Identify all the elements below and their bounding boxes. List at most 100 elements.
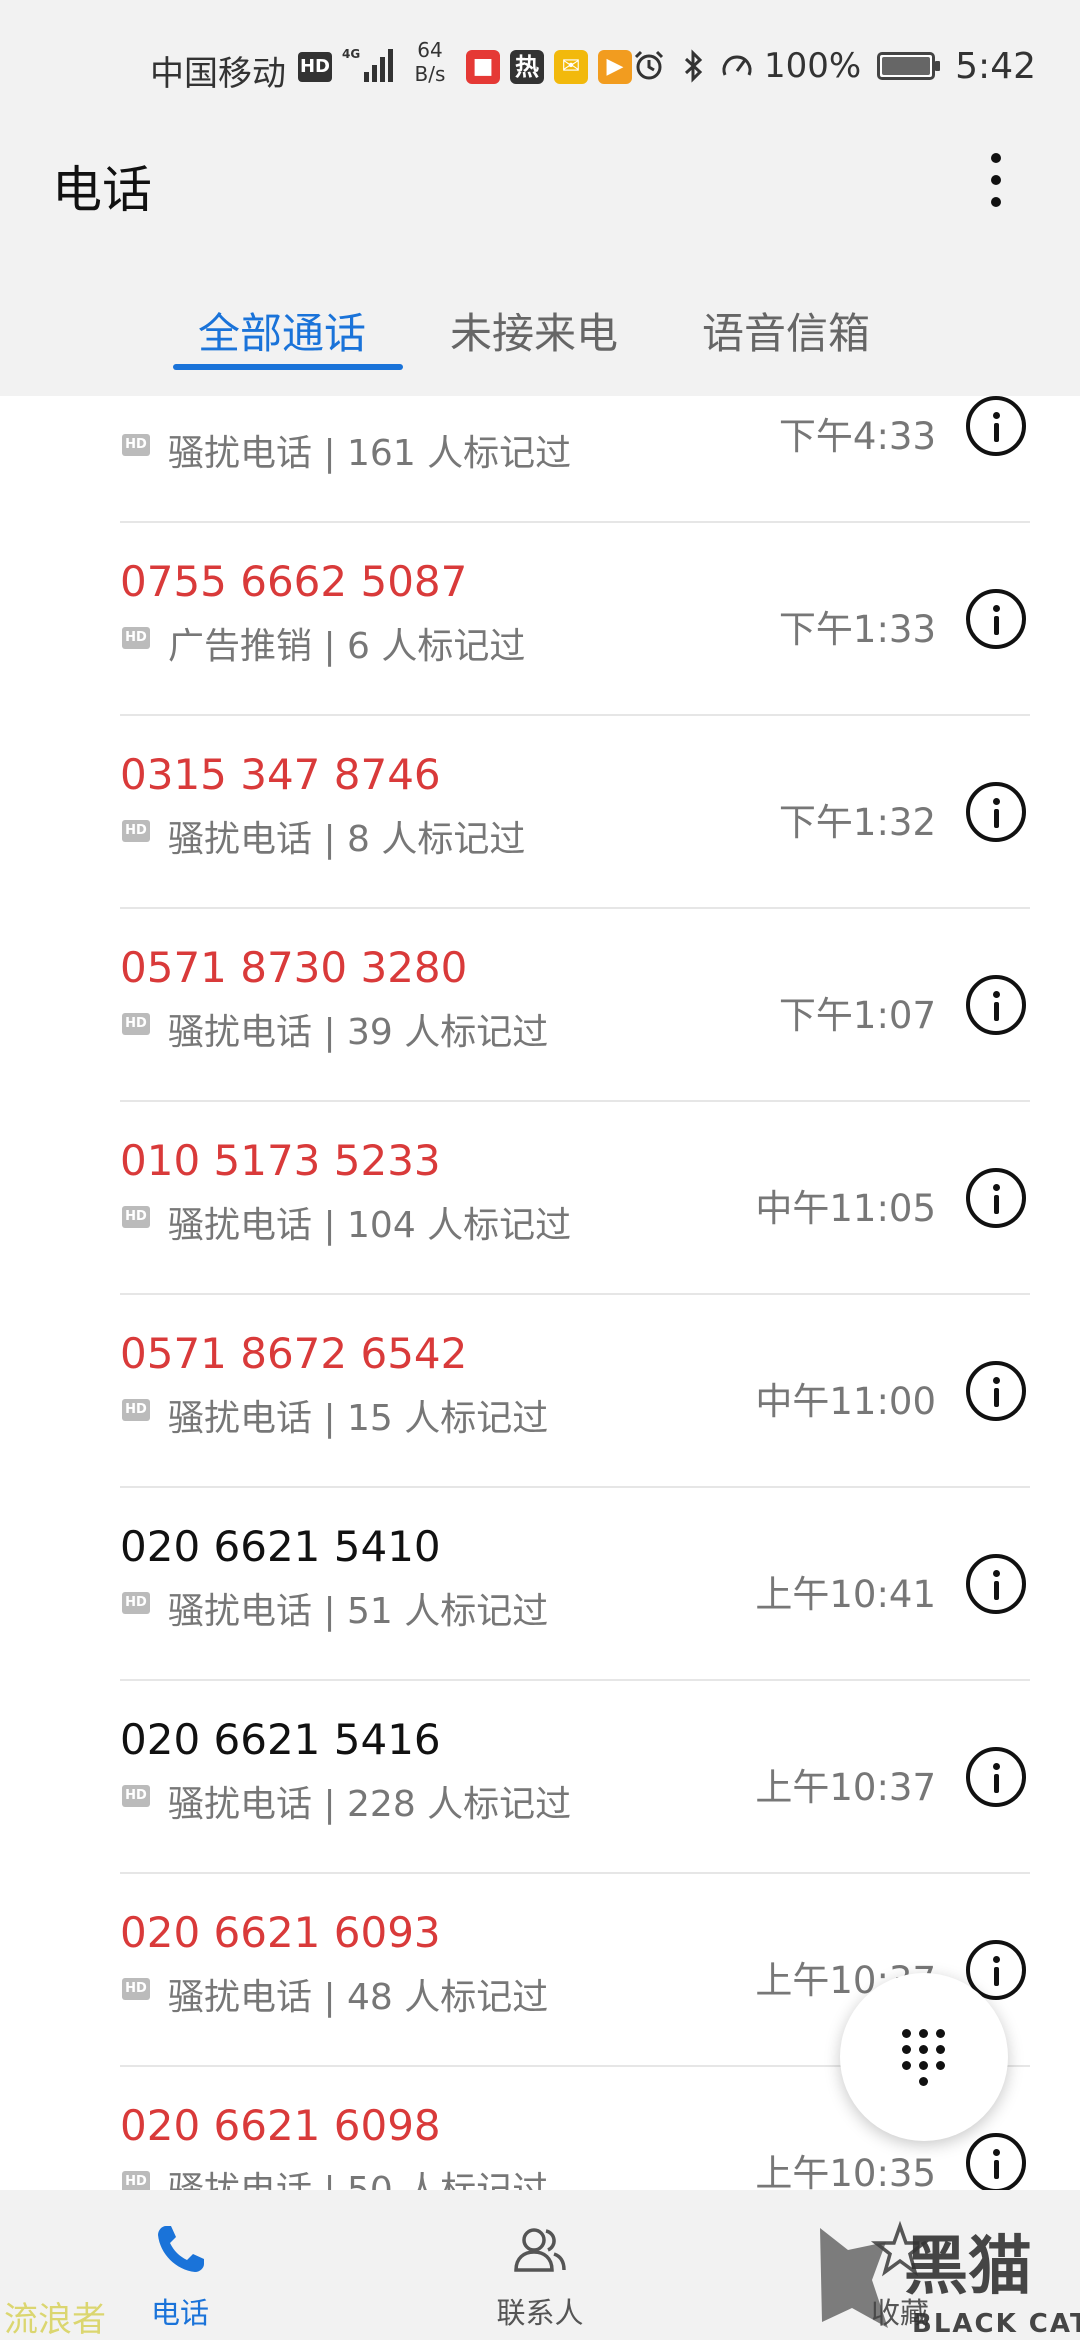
hd-call-icon: HD xyxy=(122,434,150,456)
info-icon[interactable] xyxy=(966,782,1026,842)
hd-call-icon: HD xyxy=(122,1399,150,1421)
spam-tag-label: 骚扰电话 | 15 人标记过 xyxy=(168,1398,549,1439)
battery-percentage: 100% xyxy=(763,46,862,86)
info-icon[interactable] xyxy=(966,975,1026,1035)
hd-call-icon: HD xyxy=(122,1785,150,1807)
more-dot-icon xyxy=(991,153,1001,163)
call-log-list: HD 骚扰电话 | 161 人标记过 下午4:33 0755 6662 5087 HD 广… xyxy=(0,330,1080,2260)
call-log-row[interactable]: 0571 8672 6542 HD 骚扰电话 | 15 人标记过 中午11:00 xyxy=(0,1295,1080,1488)
hd-call-icon: HD xyxy=(122,820,150,842)
alarm-icon xyxy=(634,50,664,80)
phone-icon xyxy=(158,2226,204,2272)
hd-call-icon: HD xyxy=(122,1013,150,1035)
watermark-left: 流浪者 xyxy=(4,2300,106,2340)
watermark-brand-text: 黑猫 xyxy=(904,2230,1032,2304)
call-log-row[interactable]: 020 6621 5410 HD 骚扰电话 | 51 人标记过 上午10:41 xyxy=(0,1488,1080,1681)
spam-tag-label: 骚扰电话 | 228 人标记过 xyxy=(168,1784,572,1825)
info-icon[interactable] xyxy=(966,2133,1026,2193)
nav-label-contacts: 联系人 xyxy=(496,2296,584,2330)
folder-app-icon: ✉ xyxy=(554,50,588,84)
bluetooth-icon xyxy=(684,49,703,83)
caller-number: 0571 8672 6542 xyxy=(120,1329,468,1378)
tab-all-calls[interactable]: 全部通话 xyxy=(198,300,366,361)
caller-number: 0571 8730 3280 xyxy=(120,943,468,992)
more-dot-icon xyxy=(991,175,1001,185)
caller-number: 0755 6662 5087 xyxy=(120,557,468,606)
dialpad-dot xyxy=(902,2061,911,2070)
call-time: 上午10:41 xyxy=(755,1573,936,1616)
spam-tag-label: 骚扰电话 | 161 人标记过 xyxy=(168,433,572,474)
call-time: 上午10:35 xyxy=(755,2152,936,2195)
dialpad-dot xyxy=(902,2045,911,2054)
dialpad-dot xyxy=(919,2045,928,2054)
hd-call-icon: HD xyxy=(122,1206,150,1228)
tab-voicemail[interactable]: 语音信箱 xyxy=(702,300,870,361)
call-log-row[interactable]: 0315 347 8746 HD 骚扰电话 | 8 人标记过 下午1:32 xyxy=(0,716,1080,909)
dialpad-dot xyxy=(936,2045,945,2054)
caller-number: 020 6621 6093 xyxy=(120,1908,441,1957)
spam-tag-label: 骚扰电话 | 8 人标记过 xyxy=(168,819,526,860)
tab-missed-calls[interactable]: 未接来电 xyxy=(450,300,618,361)
active-tab-indicator xyxy=(173,364,403,370)
info-icon[interactable] xyxy=(966,589,1026,649)
caller-number: 020 6621 5416 xyxy=(120,1715,441,1764)
info-icon[interactable] xyxy=(966,396,1026,456)
dialpad-dot xyxy=(919,2029,928,2038)
speed-gauge-icon xyxy=(722,55,752,76)
watermark-brand-subtext: BLACK CAT xyxy=(912,2309,1080,2339)
call-log-row[interactable]: 0755 6662 5087 HD 广告推销 | 6 人标记过 下午1:33 xyxy=(0,523,1080,716)
more-dot-icon xyxy=(991,197,1001,207)
network-speed-unit: B/s xyxy=(414,62,446,86)
hd-call-icon: HD xyxy=(122,1978,150,2000)
dialpad-dot xyxy=(936,2029,945,2038)
black-cat-watermark-logo: 黑猫 BLACK CAT xyxy=(820,2228,1080,2339)
dialpad-button[interactable] xyxy=(840,1973,1008,2141)
battery-icon xyxy=(877,52,941,80)
nav-label-phone: 电话 xyxy=(150,2296,209,2330)
dialpad-dot xyxy=(919,2061,928,2070)
battery-level-fill xyxy=(882,57,931,75)
nav-item-contacts[interactable]: 联系人 xyxy=(440,2218,640,2332)
info-icon[interactable] xyxy=(966,1168,1026,1228)
dialpad-dot xyxy=(936,2061,945,2070)
call-log-row[interactable]: 010 5173 5233 HD 骚扰电话 | 104 人标记过 中午11:05 xyxy=(0,1102,1080,1295)
dialpad-icon xyxy=(902,2029,946,2089)
call-time: 下午1:33 xyxy=(778,608,936,651)
caller-number: 020 6621 5410 xyxy=(120,1522,441,1571)
hd-call-icon: HD xyxy=(122,627,150,649)
spam-tag-label: 骚扰电话 | 39 人标记过 xyxy=(168,1012,549,1053)
spam-tag-label: 骚扰电话 | 51 人标记过 xyxy=(168,1591,549,1632)
page-title: 电话 xyxy=(52,161,152,219)
svg-text:4G: 4G xyxy=(342,47,360,61)
caller-number: 010 5173 5233 xyxy=(120,1136,441,1185)
info-icon[interactable] xyxy=(966,1747,1026,1807)
call-time: 上午10:37 xyxy=(755,1766,936,1809)
signal-4g-icon: 4G xyxy=(342,47,393,82)
more-options-button[interactable] xyxy=(960,140,1032,220)
tab-bar: 全部通话 未接来电 语音信箱 xyxy=(0,280,1080,380)
call-time: 下午1:32 xyxy=(778,801,936,844)
carrier-name: 中国移动 xyxy=(150,54,286,94)
call-time: 中午11:05 xyxy=(755,1187,936,1230)
top-app-area: 中国移动 HD 4G 64 B/s ■ 热 ✉ ▶ 100% 5:42 电话 全… xyxy=(0,0,1080,396)
status-right-group: 100% 5:42 xyxy=(632,44,1036,88)
contacts-icon xyxy=(514,2228,566,2272)
nav-item-phone[interactable]: 电话 xyxy=(80,2218,280,2332)
call-log-row[interactable]: 020 6621 5416 HD 骚扰电话 | 228 人标记过 上午10:37 xyxy=(0,1681,1080,1874)
info-icon[interactable] xyxy=(966,1554,1026,1614)
caller-number: 0315 347 8746 xyxy=(120,750,441,799)
spam-tag-label: 广告推销 | 6 人标记过 xyxy=(168,626,526,667)
hd-voice-icon: HD xyxy=(298,52,332,82)
network-speed: 64 B/s xyxy=(410,38,450,86)
call-log-row[interactable]: 0571 8730 3280 HD 骚扰电话 | 39 人标记过 下午1:07 xyxy=(0,909,1080,1102)
status-bar: 中国移动 HD 4G 64 B/s ■ 热 ✉ ▶ 100% 5:42 xyxy=(0,0,1080,134)
hd-call-icon: HD xyxy=(122,1592,150,1614)
video-app-icon: ■ xyxy=(466,50,500,84)
hot-news-app-icon: 热 xyxy=(510,50,544,84)
call-time: 下午4:33 xyxy=(778,415,936,458)
info-icon[interactable] xyxy=(966,1361,1026,1421)
caller-number: 020 6621 6098 xyxy=(120,2101,441,2150)
call-time: 下午1:07 xyxy=(778,994,936,1037)
play-app-icon: ▶ xyxy=(598,50,632,84)
network-speed-value: 64 xyxy=(417,38,443,62)
